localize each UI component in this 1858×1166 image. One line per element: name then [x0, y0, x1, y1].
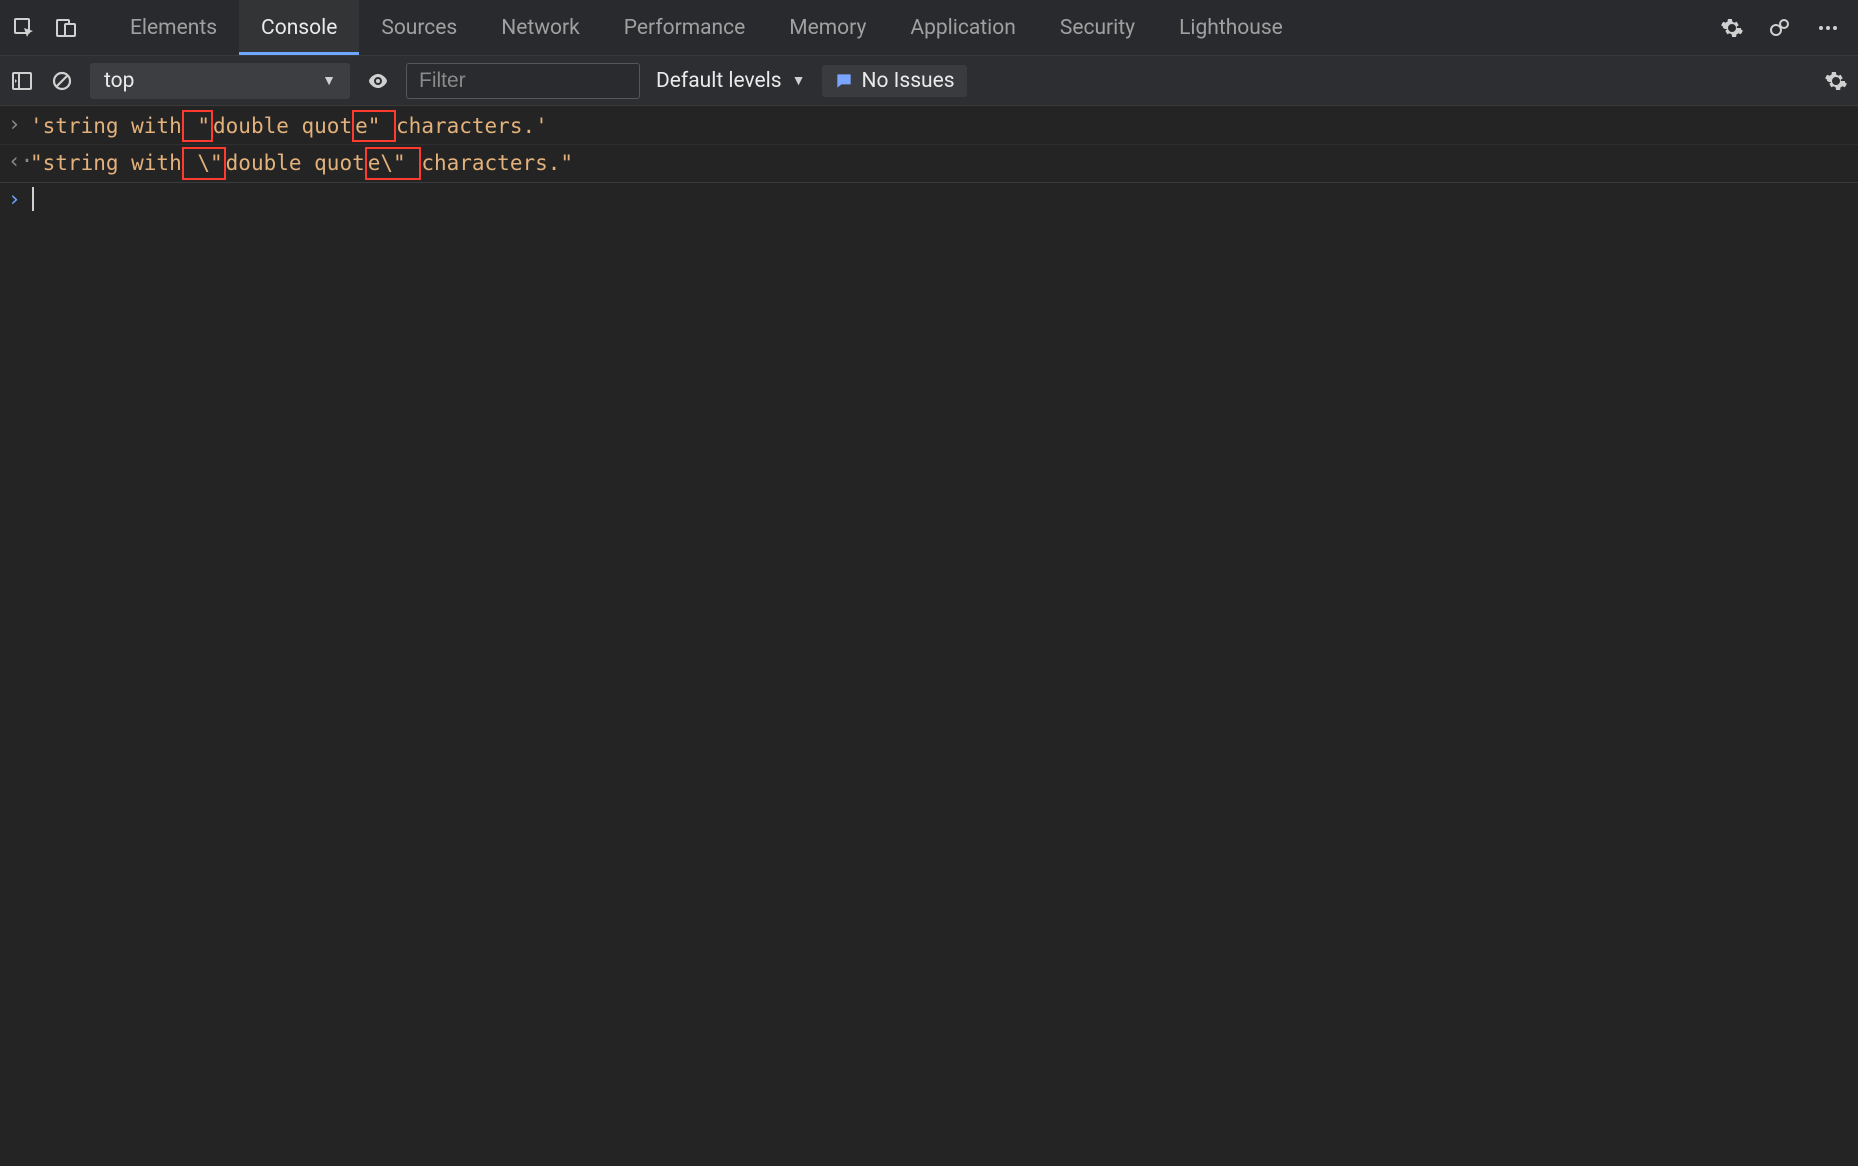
- console-input-row: › 'string with "double quote" characters…: [0, 108, 1858, 145]
- highlight-box: \": [182, 147, 226, 179]
- filter-input[interactable]: [406, 63, 640, 99]
- tab-security[interactable]: Security: [1038, 0, 1157, 55]
- console-output: › 'string with "double quote" characters…: [0, 106, 1858, 215]
- devtools-tabs: Elements Console Sources Network Perform…: [108, 0, 1305, 55]
- tab-label: Lighthouse: [1179, 16, 1283, 40]
- text-cursor-icon: [32, 187, 34, 211]
- console-result-text: "string with \"double quote\" characters…: [30, 147, 573, 179]
- tab-label: Application: [910, 16, 1015, 40]
- console-settings-gear-icon[interactable]: [1824, 69, 1848, 93]
- sidebar-toggle-icon[interactable]: [10, 69, 34, 93]
- inspect-element-icon[interactable]: [12, 16, 36, 40]
- highlight-box: e\": [365, 147, 422, 179]
- issues-button[interactable]: No Issues: [822, 65, 967, 97]
- console-result-row: ‹· "string with \"double quote\" charact…: [0, 145, 1858, 182]
- device-toolbar-icon[interactable]: [54, 16, 78, 40]
- segment: characters.': [396, 114, 548, 138]
- tab-sources[interactable]: Sources: [359, 0, 479, 55]
- segment: "string with: [30, 151, 182, 175]
- activity-icon[interactable]: [1768, 16, 1792, 40]
- tab-label: Sources: [381, 16, 457, 40]
- chevron-down-icon: ▼: [792, 72, 806, 89]
- tab-console[interactable]: Console: [239, 0, 359, 55]
- tab-network[interactable]: Network: [479, 0, 602, 55]
- tab-application[interactable]: Application: [888, 0, 1037, 55]
- devtools-tabbar: Elements Console Sources Network Perform…: [0, 0, 1858, 56]
- tab-label: Elements: [130, 16, 217, 40]
- tab-label: Console: [261, 16, 337, 40]
- context-select-label: top: [104, 69, 134, 93]
- tabbar-right-icons: [1720, 16, 1850, 40]
- tab-performance[interactable]: Performance: [602, 0, 767, 55]
- tab-memory[interactable]: Memory: [767, 0, 888, 55]
- more-icon[interactable]: [1816, 16, 1840, 40]
- segment: characters.": [421, 151, 573, 175]
- console-prompt-row[interactable]: ›: [0, 183, 1858, 215]
- console-input-text: 'string with "double quote" characters.': [30, 110, 548, 142]
- console-toolbar: top ▼ Default levels ▼ No Issues: [0, 56, 1858, 106]
- segment: double quot: [226, 151, 365, 175]
- execution-context-select[interactable]: top ▼: [90, 63, 350, 99]
- tab-label: Memory: [789, 16, 866, 40]
- tabbar-left-icons: [8, 16, 90, 40]
- highlight-box: e": [352, 110, 396, 142]
- segment: double quot: [213, 114, 352, 138]
- segment: 'string with: [30, 114, 182, 138]
- input-marker-icon: ›: [8, 110, 30, 138]
- tab-label: Security: [1060, 16, 1135, 40]
- live-expression-icon[interactable]: [366, 69, 390, 93]
- result-marker-icon: ‹·: [8, 147, 30, 175]
- console-prompt-input[interactable]: [30, 185, 34, 213]
- issues-label: No Issues: [862, 69, 955, 93]
- chevron-down-icon: ▼: [322, 72, 336, 89]
- highlight-box: ": [182, 110, 213, 142]
- tab-lighthouse[interactable]: Lighthouse: [1157, 0, 1305, 55]
- tab-label: Network: [501, 16, 580, 40]
- prompt-marker-icon: ›: [8, 185, 30, 213]
- tab-elements[interactable]: Elements: [108, 0, 239, 55]
- clear-console-icon[interactable]: [50, 69, 74, 93]
- speech-bubble-icon: [834, 71, 854, 91]
- log-levels-select[interactable]: Default levels ▼: [656, 69, 806, 93]
- gear-icon[interactable]: [1720, 16, 1744, 40]
- levels-label: Default levels: [656, 69, 782, 93]
- tab-label: Performance: [624, 16, 745, 40]
